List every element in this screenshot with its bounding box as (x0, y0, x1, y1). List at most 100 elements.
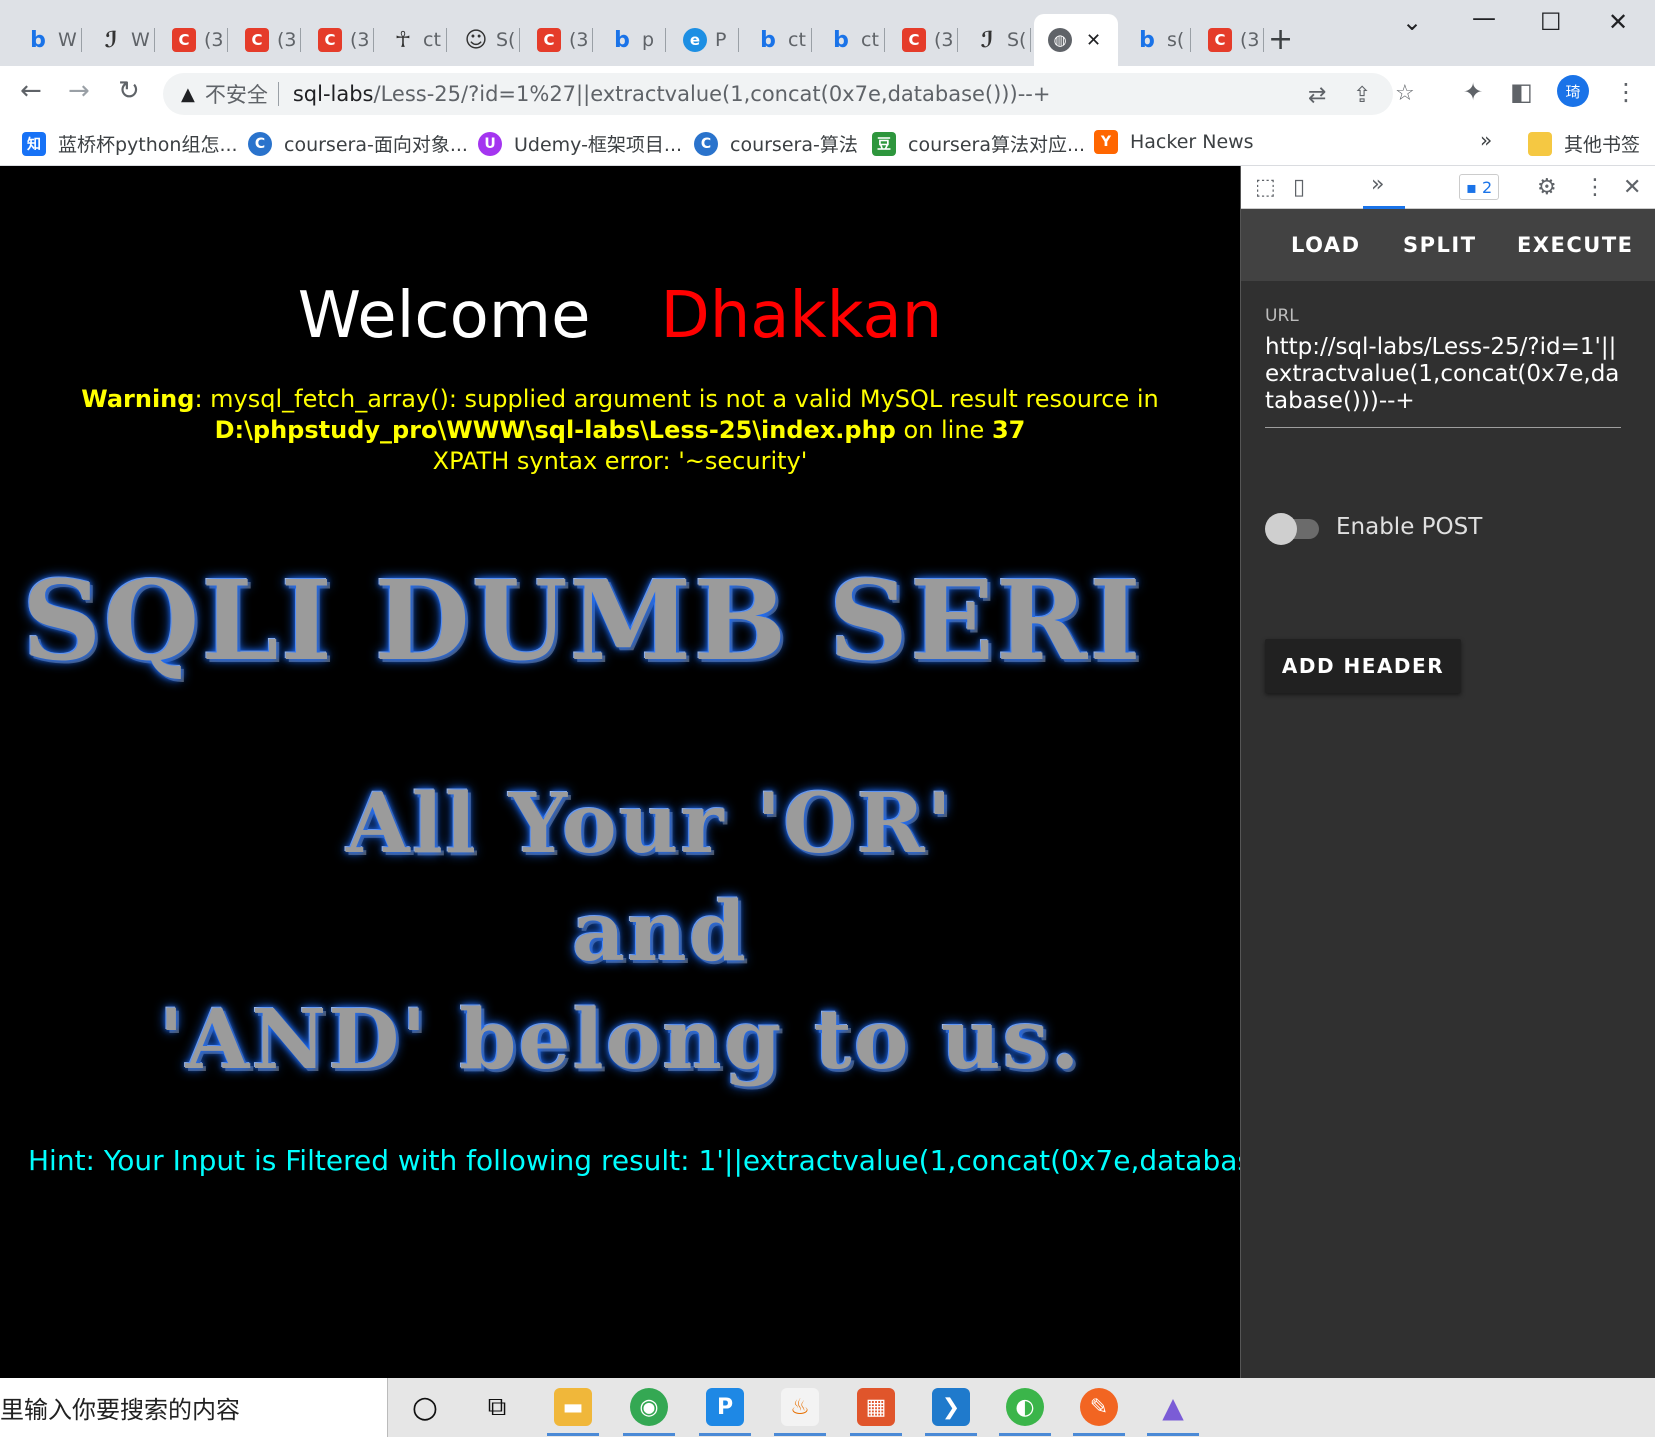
url-host[interactable]: sql-labs (293, 82, 374, 106)
devtools-menu-icon[interactable]: ⋮ (1584, 175, 1606, 200)
more-tabs-button[interactable]: » (1371, 172, 1384, 197)
load-button[interactable]: LOAD (1291, 233, 1361, 257)
task-view-icon[interactable]: ⧉ (478, 1388, 516, 1426)
browser-tab[interactable]: b ct (742, 14, 812, 66)
tab-separator (227, 28, 228, 52)
browser-tab[interactable]: b ct (815, 14, 885, 66)
split-button[interactable]: SPLIT (1403, 233, 1477, 257)
green-app-icon[interactable]: ◐ (1006, 1388, 1044, 1426)
url-path[interactable]: /Less-25/?id=1%27||extractvalue(1,concat… (374, 82, 1051, 106)
tab-separator (738, 28, 739, 52)
security-label[interactable]: 不安全 (205, 79, 268, 109)
browser-tab[interactable]: C (3 (231, 14, 301, 66)
extensions-icon[interactable]: ✦ (1463, 78, 1483, 106)
chrome-icon[interactable]: ◉ (630, 1388, 668, 1426)
avatar[interactable]: 琦 (1557, 75, 1589, 107)
browser-tab[interactable]: eP (669, 14, 739, 66)
minimize-button[interactable]: — (1472, 4, 1496, 32)
menu-icon[interactable]: ⋮ (1614, 78, 1638, 106)
translate-icon[interactable]: ⇄ (1308, 83, 1326, 108)
photos-icon[interactable]: ▲ (1154, 1388, 1192, 1426)
tab-label: (3 (569, 29, 589, 51)
bookmark-item[interactable]: Ccoursera-面向对象... (248, 130, 468, 157)
enable-post-toggle-knob[interactable] (1265, 513, 1297, 545)
bing-icon: b (30, 27, 46, 53)
forward-button[interactable]: → (68, 76, 90, 106)
address-bar[interactable]: ▲ 不安全 sql-labs/Less-25/?id=1%27||extract… (163, 73, 1415, 115)
tab-separator (519, 28, 520, 52)
tab-search-icon[interactable]: ⌄ (1402, 8, 1422, 36)
vscode-icon[interactable]: ❯ (932, 1388, 970, 1426)
cortana-icon[interactable]: ○ (406, 1388, 444, 1426)
bookmark-item[interactable]: 豆 coursera算法对应... (872, 130, 1085, 157)
welcome-heading: Welcome Dhakkan (0, 279, 1240, 353)
close-tab-icon[interactable]: ✕ (1086, 30, 1101, 51)
tab-label: (3 (350, 29, 370, 51)
bookmark-item[interactable]: Y Hacker News (1094, 130, 1254, 154)
tab-separator (1190, 28, 1191, 52)
tab-label: W (58, 29, 77, 51)
bookmark-favicon: 豆 (872, 131, 896, 156)
bookmark-favicon: C (694, 131, 718, 156)
issues-badge[interactable]: ▪ 2 (1459, 174, 1500, 200)
maximize-button[interactable]: ☐ (1540, 8, 1562, 36)
warning-icon[interactable]: ▲ (181, 84, 195, 105)
folder-icon (1528, 131, 1552, 156)
browser-tab[interactable]: ℐW (85, 14, 155, 66)
browser-tab[interactable]: ☺ S( (450, 14, 520, 66)
browser-tab[interactable]: bp (596, 14, 666, 66)
url-field[interactable]: http://sql-labs/Less-25/?id=1'||extractv… (1265, 334, 1625, 415)
tab-separator (1030, 28, 1031, 52)
pycharm-icon[interactable]: P (706, 1388, 744, 1426)
office-icon[interactable]: ▦ (857, 1388, 895, 1426)
file-explorer-icon[interactable]: ▬ (554, 1388, 592, 1426)
browser-tab[interactable]: bW (12, 14, 82, 66)
pen-app-icon[interactable]: ✎ (1080, 1388, 1118, 1426)
tab-label: W (131, 29, 150, 51)
warning-text: : mysql_fetch_array(): supplied argument… (194, 385, 1159, 413)
banner-line-2: and (571, 884, 749, 980)
other-bookmarks[interactable]: 其他书签 (1528, 130, 1640, 157)
reload-button[interactable]: ↻ (118, 76, 140, 106)
warning-label: Warning (81, 385, 195, 413)
browser-tab[interactable]: C (3 (888, 14, 958, 66)
execute-button[interactable]: EXECUTE (1517, 233, 1634, 257)
add-header-button[interactable]: ADD HEADER (1265, 639, 1461, 693)
runner-icon: ☥ (394, 27, 412, 53)
browser-tab[interactable]: ☥ ct (377, 14, 447, 66)
tab-separator (592, 28, 593, 52)
side-panel-icon[interactable]: ◧ (1510, 78, 1533, 106)
bookmark-favicon: Y (1094, 130, 1118, 154)
settings-gear-icon[interactable]: ⚙ (1537, 175, 1557, 200)
inspect-element-icon[interactable]: ⬚ (1255, 175, 1276, 200)
new-tab-button[interactable]: + (1268, 22, 1293, 57)
browser-tab[interactable]: C (3 (1194, 14, 1264, 66)
taskbar-search-input[interactable]: 里输入你要搜索的内容 (0, 1378, 388, 1437)
globe-icon: ◍ (1048, 28, 1072, 52)
url-field-underline (1265, 427, 1621, 428)
browser-tab[interactable]: b s( (1121, 14, 1191, 66)
tab-separator (957, 28, 958, 52)
tab-separator (81, 28, 82, 52)
browser-tab[interactable]: ◍ ✕ (1034, 14, 1118, 66)
issues-count: 2 (1481, 177, 1493, 197)
back-button[interactable]: ← (20, 76, 42, 106)
bookmark-star-icon[interactable]: ☆ (1395, 81, 1415, 106)
bookmarks-overflow-button[interactable]: » (1480, 128, 1492, 152)
java-icon[interactable]: ♨ (781, 1388, 819, 1426)
tab-separator (373, 28, 374, 52)
bookmark-label: Udemy-框架项目... (514, 134, 683, 156)
browser-tab[interactable]: C (3 (158, 14, 228, 66)
share-icon[interactable]: ⇪ (1353, 83, 1371, 108)
device-toggle-icon[interactable]: ▯ (1293, 175, 1305, 200)
bookmark-item[interactable]: U Udemy-框架项目... (478, 130, 682, 157)
bookmark-item[interactable]: Ccoursera-算法 (694, 130, 858, 157)
bookmark-item[interactable]: 知蓝桥杯python组怎... (22, 130, 238, 157)
browser-tab[interactable]: C (3 (523, 14, 593, 66)
puzzle-glyph-icon: ℐ (104, 27, 118, 53)
browser-tab[interactable]: C (3 (304, 14, 374, 66)
other-bookmarks-label: 其他书签 (1564, 134, 1641, 156)
close-window-button[interactable]: ✕ (1608, 8, 1628, 36)
browser-tab[interactable]: ℐ S( (961, 14, 1031, 66)
close-devtools-icon[interactable]: ✕ (1623, 175, 1641, 200)
